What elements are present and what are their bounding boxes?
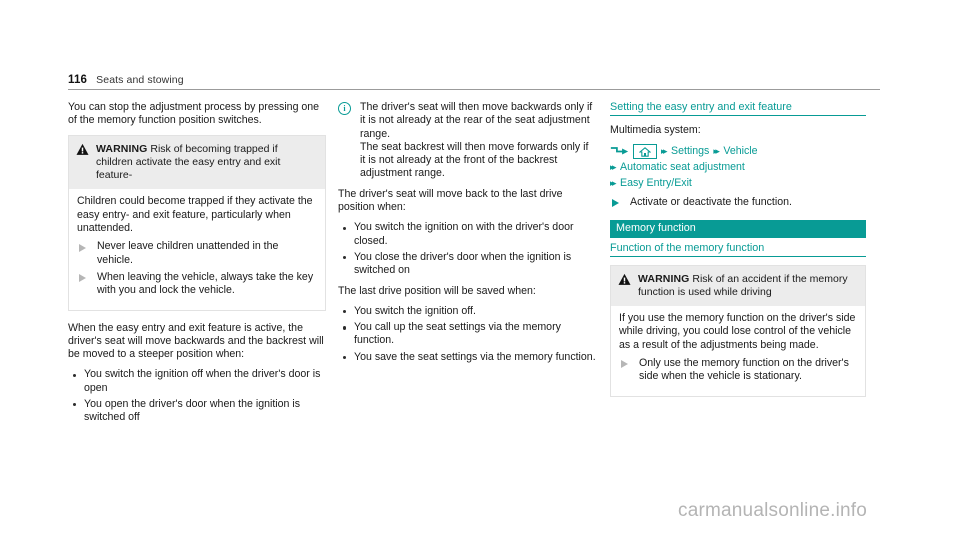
running-header: 116 Seats and stowing [68,74,880,90]
section-banner-memory-function: Memory function [610,219,866,238]
chevron-double-right-icon: ▸▸ [661,146,668,157]
column-two: i The driver's seat will then move backw… [338,101,596,371]
list-item: You close the driver's door when the ign… [338,251,596,278]
multimedia-system-label: Multimedia system: [610,124,701,136]
enter-arrow-icon [610,147,629,155]
watermark: carmanualsonline.info [678,500,868,521]
warning-box-memory: WARNING Risk of an accident if the memor… [610,264,866,397]
chevron-double-right-icon: ▸▸ [610,178,617,189]
list-item: You call up the seat settings via the me… [338,321,596,348]
intro-paragraph: You can stop the adjustment process by p… [68,101,320,127]
warning-action-list: Only use the memory function on the driv… [619,357,857,384]
column-three: Setting the easy entry and exit feature … [610,101,866,408]
info-note-line-2: The seat backrest will then move forward… [360,140,589,180]
home-icon[interactable] [633,144,657,160]
subheading-setting-easy-entry: Setting the easy entry and exit feature [610,101,866,116]
list-item: You open the driver's door when the igni… [68,398,326,425]
nav-step-easy-entry-exit[interactable]: Easy Entry/Exit [620,176,692,191]
nav-step-vehicle[interactable]: Vehicle [723,144,757,159]
warning-box-body: If you use the memory function on the dr… [611,306,865,396]
warning-action-item: When leaving the vehicle, always take th… [77,271,317,298]
manual-page: 116 Seats and stowing You can stop the a… [0,0,960,533]
list-item: You switch the ignition off. [338,305,596,318]
warning-triangle-icon [618,273,631,285]
nav-step-settings[interactable]: Settings [671,144,709,159]
page-number: 116 [68,74,88,86]
section-title: Seats and stowing [96,74,184,86]
warning-box-header: WARNING Risk of becoming trapped if chil… [69,135,325,190]
action-item-activate: Activate or deactivate the function. [610,196,866,209]
active-conditions-list: You switch the ignition off when the dri… [68,368,326,424]
nav-path-line-3: ▸▸ Easy Entry/Exit [610,176,866,191]
nav-step-automatic-seat-adjustment[interactable]: Automatic seat adjustment [620,160,745,175]
info-note-line-1: The driver's seat will then move backwar… [360,101,593,140]
warning-action-item: Only use the memory function on the driv… [619,357,857,384]
warning-triangle-icon [76,143,89,155]
info-circle-icon: i [338,102,351,115]
list-item: You save the seat settings via the memor… [338,351,596,364]
home-glyph-icon [639,146,651,157]
warning-box-body: Children could become trapped if they ac… [69,189,325,310]
column-one: You can stop the adjustment process by p… [68,101,326,432]
chevron-double-right-icon: ▸▸ [610,162,617,173]
active-feature-intro: When the easy entry and exit feature is … [68,321,324,361]
warning-body-text: If you use the memory function on the dr… [619,312,856,351]
warning-box-header: WARNING Risk of an accident if the memor… [611,265,865,307]
saved-intro: The last drive position will be saved wh… [338,284,536,297]
chevron-double-right-icon: ▸▸ [713,146,720,157]
saved-conditions-list: You switch the ignition off. You call up… [338,305,596,364]
nav-path-line-2: ▸▸ Automatic seat adjustment [610,160,866,175]
action-list: Activate or deactivate the function. [610,196,866,209]
warning-box-trapped: WARNING Risk of becoming trapped if chil… [68,134,326,311]
nav-path-line-1: ▸▸ Settings ▸▸ Vehicle [610,144,866,160]
warning-headline-wrap: WARNING Risk of an accident if the memor… [638,273,857,300]
last-drive-intro: The driver's seat will move back to the … [338,187,563,214]
last-drive-conditions-list: You switch the ignition on with the driv… [338,221,596,277]
warning-label: WARNING [638,272,690,285]
info-note-block: i The driver's seat will then move backw… [338,101,596,181]
list-item: You switch the ignition off when the dri… [68,368,326,395]
list-item: You switch the ignition on with the driv… [338,221,596,248]
warning-action-list: Never leave children unattended in the v… [77,240,317,297]
warning-body-text: Children could become trapped if they ac… [77,195,313,235]
warning-action-item: Never leave children unattended in the v… [77,240,317,267]
warning-label: WARNING [96,142,148,155]
subheading-function-of-memory: Function of the memory function [610,242,866,257]
warning-headline-wrap: WARNING Risk of becoming trapped if chil… [96,143,317,183]
